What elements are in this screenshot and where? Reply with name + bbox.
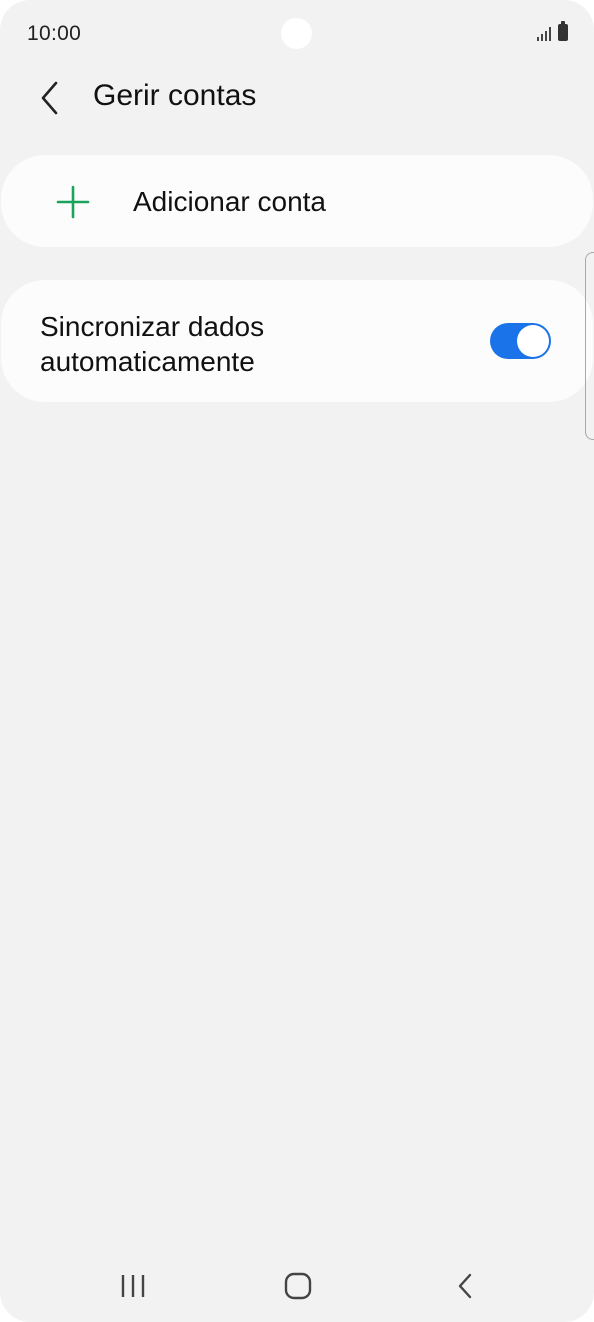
auto-sync-label: Sincronizar dados automaticamente bbox=[40, 311, 265, 377]
toggle-knob bbox=[517, 325, 549, 357]
phone-screen: 10:00 Gerir contas Adicionar conta Sincr… bbox=[0, 0, 594, 1322]
recent-apps-button[interactable] bbox=[103, 1268, 163, 1304]
auto-sync-toggle[interactable] bbox=[490, 323, 551, 359]
auto-sync-setting[interactable]: Sincronizar dados automaticamente bbox=[1, 280, 593, 402]
status-icons bbox=[537, 21, 568, 41]
home-button[interactable] bbox=[268, 1268, 328, 1304]
home-icon bbox=[284, 1272, 312, 1300]
add-account-button[interactable]: Adicionar conta bbox=[1, 155, 593, 247]
status-time: 10:00 bbox=[27, 22, 82, 45]
signal-icon bbox=[537, 27, 551, 41]
status-bar: 10:00 bbox=[0, 0, 594, 70]
navigation-bar bbox=[0, 1250, 594, 1322]
plus-icon bbox=[56, 185, 90, 219]
system-back-button[interactable] bbox=[435, 1268, 495, 1304]
app-header: Gerir contas bbox=[0, 70, 594, 126]
scroll-indicator[interactable] bbox=[585, 252, 594, 440]
front-camera-cutout bbox=[281, 18, 312, 49]
page-title: Gerir contas bbox=[93, 79, 257, 112]
battery-icon bbox=[558, 21, 568, 41]
add-account-label: Adicionar conta bbox=[133, 186, 327, 217]
chevron-left-icon bbox=[41, 81, 58, 115]
back-button[interactable] bbox=[30, 78, 70, 118]
recent-apps-icon bbox=[121, 1275, 145, 1297]
back-icon bbox=[458, 1273, 472, 1299]
